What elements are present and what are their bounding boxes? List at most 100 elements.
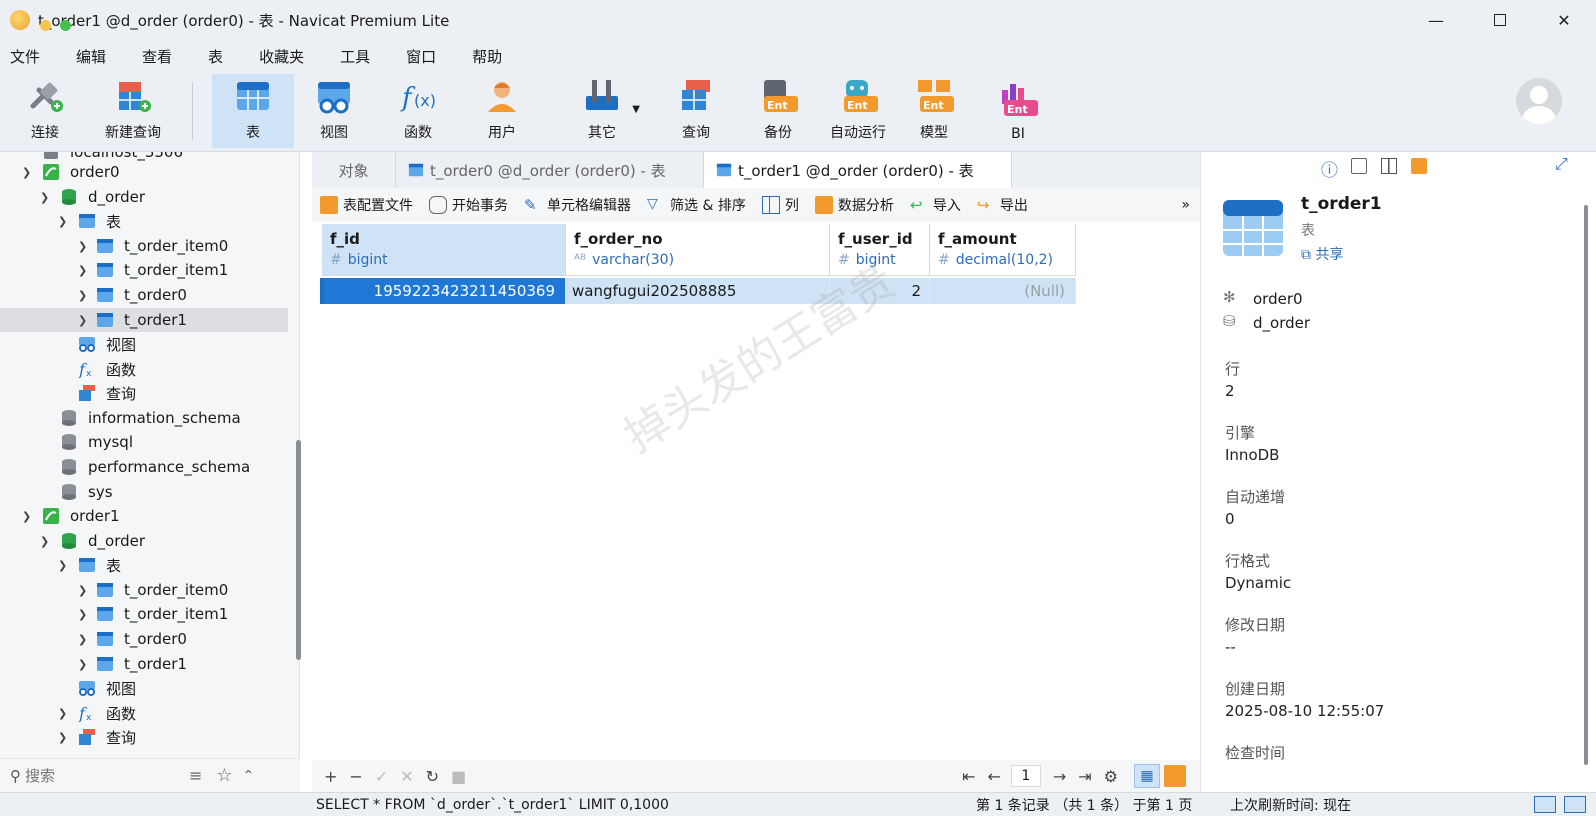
tree-table-item[interactable]: ❯ t_order_item1 <box>0 258 288 282</box>
tree-connection[interactable]: ❯ order1 <box>0 504 288 528</box>
tree-table-item-selected[interactable]: ❯ t_order1 <box>0 308 288 332</box>
page-number-input[interactable]: 1 <box>1010 765 1041 787</box>
toggle-right-panel-icon[interactable] <box>1564 796 1586 813</box>
collapse-icon[interactable]: ⌃ <box>243 768 255 784</box>
export-button[interactable]: ↪ 导出 <box>977 195 1028 215</box>
tree-table-item[interactable]: ❯ t_order1 <box>0 652 288 676</box>
chevron-right-icon[interactable]: ❯ <box>78 633 87 646</box>
new-query-button[interactable]: 新建查询 <box>92 74 174 148</box>
tree-tables-folder[interactable]: ❯ 表 <box>0 209 288 233</box>
tree-table-item[interactable]: ❯ t_order_item1 <box>0 602 288 626</box>
columns-button[interactable]: 列 <box>761 195 799 215</box>
column-header-f-amount[interactable]: f_amount # decimal(10,2) <box>930 224 1076 276</box>
view-button[interactable]: 视图 <box>302 74 366 148</box>
table-cell[interactable]: (Null) <box>930 278 1076 304</box>
sidebar-scrollbar[interactable] <box>296 440 301 660</box>
tab-objects[interactable]: 对象 <box>312 152 396 188</box>
stop-icon[interactable]: ■ <box>451 767 466 786</box>
other-button[interactable]: 其它 ▼ <box>560 74 644 148</box>
function-button[interactable]: f (x) 函数 <box>386 74 450 148</box>
cell-editor-button[interactable]: ✎ 单元格编辑器 <box>524 195 631 215</box>
add-record-icon[interactable]: + <box>324 767 337 786</box>
tree-database[interactable]: mysql <box>0 430 288 454</box>
close-button[interactable]: ✕ <box>1532 0 1596 40</box>
chevron-right-icon[interactable]: ❯ <box>78 584 87 597</box>
chevron-right-icon[interactable]: ❯ <box>58 707 67 720</box>
refresh-icon[interactable]: ↻ <box>426 767 439 786</box>
bi-button[interactable]: Ent BI <box>986 74 1050 148</box>
star-icon[interactable]: ☆ <box>216 765 232 786</box>
analysis-icon[interactable] <box>1411 158 1427 174</box>
info-icon[interactable]: ⓘ <box>1321 156 1338 181</box>
tree-table-item[interactable]: ❯ t_order0 <box>0 283 288 307</box>
menu-edit[interactable]: 编辑 <box>76 46 106 67</box>
query-button[interactable]: 查询 <box>664 74 728 148</box>
tab-t-order0[interactable]: t_order0 @d_order (order0) - 表 <box>396 152 704 188</box>
info-panel-scrollbar[interactable] <box>1584 205 1588 765</box>
chevron-right-icon[interactable]: ❯ <box>78 240 87 253</box>
table-profile-button[interactable]: 表配置文件 <box>320 195 413 215</box>
tree-functions-folder[interactable]: fx 函数 <box>0 357 288 381</box>
grid-view-icon[interactable]: ▦ <box>1134 764 1160 788</box>
menu-table[interactable]: 表 <box>208 46 223 67</box>
layout-icon[interactable] <box>1381 158 1397 174</box>
tree-database[interactable]: performance_schema <box>0 455 288 479</box>
table-button[interactable]: 表 <box>212 74 294 148</box>
last-page-icon[interactable]: ⇥ <box>1078 767 1091 786</box>
chevron-right-icon[interactable]: ❯ <box>58 731 67 744</box>
table-cell[interactable]: 1959223423211450369 <box>324 278 566 304</box>
ddl-icon[interactable] <box>1351 158 1367 174</box>
data-analysis-button[interactable]: 数据分析 <box>814 195 894 215</box>
tab-t-order1[interactable]: t_order1 @d_order (order0) - 表 <box>704 152 1012 188</box>
menu-tools[interactable]: 工具 <box>340 46 370 67</box>
import-button[interactable]: ↩ 导入 <box>910 195 961 215</box>
settings-gear-icon[interactable]: ⚙ <box>1104 767 1118 786</box>
menu-favorites[interactable]: 收藏夹 <box>259 46 304 67</box>
begin-transaction-button[interactable]: 开始事务 <box>429 195 508 215</box>
tree-functions-folder[interactable]: ❯ fx 函数 <box>0 701 288 725</box>
tree-table-item[interactable]: ❯ t_order_item0 <box>0 578 288 602</box>
connect-button[interactable]: 连接 <box>10 74 80 148</box>
menu-view[interactable]: 查看 <box>142 46 172 67</box>
backup-button[interactable]: Ent 备份 <box>746 74 810 148</box>
user-avatar[interactable] <box>1516 78 1562 124</box>
menu-help[interactable]: 帮助 <box>472 46 502 67</box>
chevron-right-icon[interactable]: ❯ <box>78 608 87 621</box>
menu-window[interactable]: 窗口 <box>406 46 436 67</box>
user-button[interactable]: 用户 <box>470 74 534 148</box>
tree-table-item[interactable]: ❯ t_order_item0 <box>0 234 288 258</box>
delete-record-icon[interactable]: − <box>349 767 362 786</box>
chevron-down-icon[interactable]: ❯ <box>58 215 67 228</box>
chevron-right-icon[interactable]: ❯ <box>78 658 87 671</box>
tree-tables-folder[interactable]: ❯ 表 <box>0 553 288 577</box>
filter-icon[interactable]: ≡ <box>189 766 202 785</box>
toggle-left-panel-icon[interactable] <box>1534 796 1556 813</box>
chevron-down-icon[interactable]: ❯ <box>40 535 49 548</box>
maximize-button[interactable] <box>1468 0 1532 40</box>
next-page-icon[interactable]: → <box>1053 767 1066 786</box>
chevron-right-icon[interactable]: ❯ <box>78 264 87 277</box>
tree-database[interactable]: sys <box>0 480 288 504</box>
form-view-icon[interactable] <box>1164 765 1186 787</box>
tree-queries-folder[interactable]: ❯ 查询 <box>0 725 288 749</box>
tree-connection[interactable]: ❯ order0 <box>0 160 288 184</box>
column-header-f-id[interactable]: f_id # bigint <box>322 224 566 276</box>
chevron-right-icon[interactable]: ❯ <box>78 289 87 302</box>
more-chevron-icon[interactable]: » <box>1181 197 1190 213</box>
search-input[interactable] <box>25 766 175 785</box>
apply-check-icon[interactable]: ✓ <box>375 767 388 786</box>
column-header-f-order-no[interactable]: f_order_no ᴬᴮ varchar(30) <box>566 224 830 276</box>
model-button[interactable]: Ent 模型 <box>902 74 966 148</box>
chevron-down-icon[interactable]: ❯ <box>22 166 31 179</box>
chevron-right-icon[interactable]: ❯ <box>78 314 87 327</box>
chevron-down-icon[interactable]: ❯ <box>40 191 49 204</box>
tree-database[interactable]: information_schema <box>0 406 288 430</box>
previous-page-icon[interactable]: ← <box>987 767 1000 786</box>
tree-views-folder[interactable]: 视图 <box>0 676 288 700</box>
tree-views-folder[interactable]: 视图 <box>0 332 288 356</box>
discard-x-icon[interactable]: ✕ <box>400 767 413 786</box>
tree-table-item[interactable]: ❯ t_order0 <box>0 627 288 651</box>
first-page-icon[interactable]: ⇤ <box>962 767 975 786</box>
tree-database[interactable]: ❯ d_order <box>0 185 288 209</box>
filter-sort-button[interactable]: ▽ 筛选 & 排序 <box>647 195 746 215</box>
